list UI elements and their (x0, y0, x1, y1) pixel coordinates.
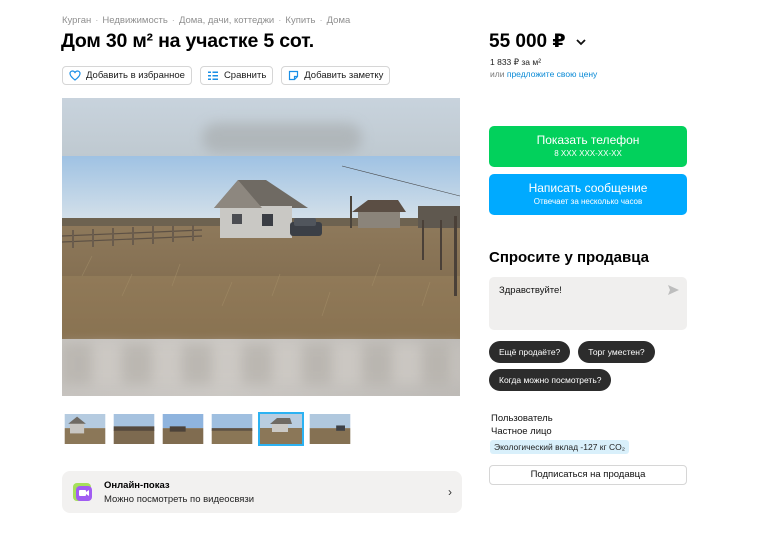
show-phone-label: Показать телефон (536, 133, 640, 147)
gallery-blur-top (62, 98, 460, 156)
ask-seller-heading: Спросите у продавца (489, 249, 649, 266)
online-view-subtitle: Можно посмотреть по видеосвязи (104, 493, 255, 505)
chevron-right-icon: › (448, 485, 452, 499)
breadcrumb-item-buy[interactable]: Купить (285, 15, 315, 26)
subscribe-seller-button[interactable]: Подписаться на продавца (489, 465, 687, 485)
add-note-button[interactable]: Добавить заметку (281, 66, 391, 85)
message-input[interactable] (499, 285, 659, 296)
show-phone-button[interactable]: Показать телефон 8 XXX XXX-XX-XX (489, 126, 687, 167)
chevron-down-icon[interactable] (575, 38, 586, 46)
thumbnail[interactable] (111, 412, 157, 446)
eco-badge: Экологический вклад -127 кг CO₂ (490, 440, 630, 454)
breadcrumb-item-houses-category[interactable]: Дома, дачи, коттеджи (179, 15, 274, 26)
price: 55 000 ₽ (489, 30, 586, 53)
online-view-title: Онлайн-показ (104, 479, 170, 491)
thumbnail-strip (62, 412, 353, 446)
video-call-icon (73, 483, 92, 501)
thumbnail[interactable] (307, 412, 353, 446)
quick-question-chip[interactable]: Ещё продаёте? (489, 341, 571, 363)
quick-question-chip[interactable]: Торг уместен? (578, 341, 655, 363)
quick-questions: Ещё продаёте? Торг уместен? Когда можно … (489, 341, 689, 391)
heart-icon (69, 70, 81, 81)
price-per-m2: 1 833 ₽ за м² (490, 57, 542, 67)
compare-label: Сравнить (223, 70, 267, 81)
breadcrumb-separator: · (278, 15, 282, 26)
ask-seller-box (489, 277, 687, 330)
compare-button[interactable]: Сравнить (199, 66, 274, 85)
add-to-favorites-label: Добавить в избранное (86, 70, 185, 81)
breadcrumb-separator: · (319, 15, 323, 26)
main-photo[interactable] (62, 156, 460, 339)
breadcrumb-item-city[interactable]: Курган (62, 15, 91, 26)
breadcrumb-item-houses[interactable]: Дома (327, 15, 351, 26)
compare-icon (207, 71, 218, 80)
send-icon[interactable] (668, 285, 679, 295)
breadcrumb-separator: · (95, 15, 99, 26)
seller-type: Частное лицо (491, 426, 552, 437)
breadcrumb: Курган · Недвижимость · Дома, дачи, котт… (62, 15, 350, 26)
thumbnail[interactable] (160, 412, 206, 446)
photo-gallery[interactable] (62, 98, 460, 396)
online-view-banner[interactable]: Онлайн-показ Можно посмотреть по видеосв… (62, 471, 462, 513)
quick-question-chip[interactable]: Когда можно посмотреть? (489, 369, 612, 391)
offer-price: или предложите свою цену (490, 69, 597, 79)
page-title: Дом 30 м² на участке 5 сот. (61, 30, 314, 52)
listing-actions: Добавить в избранное Сравнить Добавить з… (62, 66, 391, 85)
offer-prefix: или (490, 69, 505, 79)
breadcrumb-separator: · (171, 15, 175, 26)
note-icon (289, 70, 299, 81)
thumbnail[interactable] (209, 412, 255, 446)
write-message-label: Написать сообщение (528, 181, 648, 195)
gallery-blur-bottom (62, 339, 460, 396)
add-note-label: Добавить заметку (304, 70, 384, 81)
response-time: Отвечает за несколько часов (533, 197, 643, 206)
price-value: 55 000 ₽ (489, 31, 566, 52)
phone-masked: 8 XXX XXX-XX-XX (554, 149, 622, 158)
breadcrumb-item-realty[interactable]: Недвижимость (102, 15, 167, 26)
house-photo-image (62, 156, 460, 339)
seller-name[interactable]: Пользователь (491, 413, 553, 424)
write-message-button[interactable]: Написать сообщение Отвечает за несколько… (489, 174, 687, 215)
thumbnail-active[interactable] (258, 412, 304, 446)
add-to-favorites-button[interactable]: Добавить в избранное (62, 66, 192, 85)
offer-price-link[interactable]: предложите свою цену (507, 69, 597, 79)
thumbnail[interactable] (62, 412, 108, 446)
